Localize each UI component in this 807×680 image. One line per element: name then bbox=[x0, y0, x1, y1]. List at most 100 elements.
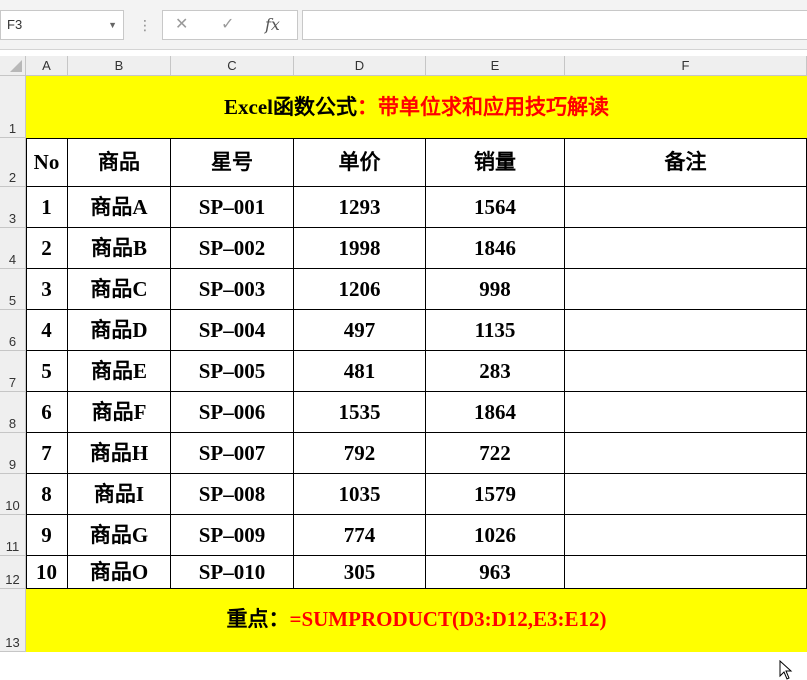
table-cell[interactable]: SP–004 bbox=[171, 310, 294, 351]
table-cell[interactable] bbox=[565, 228, 807, 269]
sheet-title[interactable]: Excel函数公式：带单位求和应用技巧解读 bbox=[26, 76, 807, 138]
table-cell[interactable]: 1293 bbox=[294, 187, 426, 228]
row-header-label: 6 bbox=[8, 334, 17, 349]
table-cell[interactable]: 商品O bbox=[68, 556, 171, 589]
row-header-11[interactable]: 11 bbox=[0, 515, 26, 556]
table-cell[interactable] bbox=[565, 433, 807, 474]
name-box[interactable]: F3 ▼ bbox=[0, 10, 124, 40]
table-cell[interactable]: 963 bbox=[426, 556, 565, 589]
table-cell[interactable] bbox=[565, 515, 807, 556]
table-cell[interactable]: 4 bbox=[26, 310, 68, 351]
table-cell[interactable]: 商品D bbox=[68, 310, 171, 351]
cancel-icon[interactable]: ✕ bbox=[175, 11, 188, 39]
column-header-b[interactable]: B bbox=[68, 56, 171, 76]
table-cell[interactable]: 481 bbox=[294, 351, 426, 392]
table-cell[interactable]: 商品G bbox=[68, 515, 171, 556]
table-cell[interactable]: 商品A bbox=[68, 187, 171, 228]
table-header-cell[interactable]: 商品 bbox=[68, 138, 171, 187]
table-header-cell[interactable]: No bbox=[26, 138, 68, 187]
table-cell[interactable]: SP–006 bbox=[171, 392, 294, 433]
table-cell[interactable]: 497 bbox=[294, 310, 426, 351]
table-cell[interactable]: 1026 bbox=[426, 515, 565, 556]
table-cell[interactable] bbox=[565, 269, 807, 310]
table-cell[interactable]: 3 bbox=[26, 269, 68, 310]
mouse-cursor-icon bbox=[779, 660, 793, 680]
table-cell[interactable]: 1864 bbox=[426, 392, 565, 433]
table-cell[interactable]: 商品F bbox=[68, 392, 171, 433]
column-header-f[interactable]: F bbox=[565, 56, 807, 76]
column-header-a[interactable]: A bbox=[26, 56, 68, 76]
table-cell[interactable] bbox=[565, 556, 807, 589]
select-all-button[interactable] bbox=[0, 56, 26, 76]
row-header-6[interactable]: 6 bbox=[0, 310, 26, 351]
table-cell[interactable]: 商品H bbox=[68, 433, 171, 474]
row-header-13[interactable]: 13 bbox=[0, 589, 26, 652]
table-cell[interactable]: SP–003 bbox=[171, 269, 294, 310]
column-header-c[interactable]: C bbox=[171, 56, 294, 76]
row-header-label: 1 bbox=[8, 121, 17, 136]
column-header-d[interactable]: D bbox=[294, 56, 426, 76]
table-cell[interactable]: 998 bbox=[426, 269, 565, 310]
table-cell[interactable]: 10 bbox=[26, 556, 68, 589]
table-cell[interactable]: SP–002 bbox=[171, 228, 294, 269]
more-options-icon[interactable]: ⋮ bbox=[138, 14, 152, 36]
row-header-7[interactable]: 7 bbox=[0, 351, 26, 392]
row-header-2[interactable]: 2 bbox=[0, 138, 26, 187]
table-header-cell[interactable]: 单价 bbox=[294, 138, 426, 187]
formula-input[interactable] bbox=[302, 10, 807, 40]
table-cell[interactable]: 1206 bbox=[294, 269, 426, 310]
table-cell[interactable]: 8 bbox=[26, 474, 68, 515]
table-cell[interactable] bbox=[565, 351, 807, 392]
row-header-8[interactable]: 8 bbox=[0, 392, 26, 433]
table-cell[interactable]: 商品I bbox=[68, 474, 171, 515]
table-cell[interactable]: SP–010 bbox=[171, 556, 294, 589]
table-cell[interactable]: 1564 bbox=[426, 187, 565, 228]
table-cell[interactable]: 商品E bbox=[68, 351, 171, 392]
table-cell[interactable]: 1035 bbox=[294, 474, 426, 515]
table-cell[interactable]: 774 bbox=[294, 515, 426, 556]
enter-check-icon[interactable]: ✓ bbox=[221, 11, 234, 39]
table-cell[interactable]: SP–009 bbox=[171, 515, 294, 556]
column-header-e[interactable]: E bbox=[426, 56, 565, 76]
table-cell[interactable]: SP–001 bbox=[171, 187, 294, 228]
table-cell[interactable]: 1998 bbox=[294, 228, 426, 269]
table-cell[interactable] bbox=[565, 474, 807, 515]
table-cell[interactable] bbox=[565, 392, 807, 433]
table-cell[interactable]: 283 bbox=[426, 351, 565, 392]
table-header-cell[interactable]: 备注 bbox=[565, 138, 807, 187]
table-cell[interactable]: 1846 bbox=[426, 228, 565, 269]
row-header-4[interactable]: 4 bbox=[0, 228, 26, 269]
table-cell[interactable]: 1 bbox=[26, 187, 68, 228]
table-cell[interactable]: SP–008 bbox=[171, 474, 294, 515]
table-cell[interactable]: SP–007 bbox=[171, 433, 294, 474]
table-cell[interactable]: 9 bbox=[26, 515, 68, 556]
table-cell[interactable]: 1135 bbox=[426, 310, 565, 351]
table-cell[interactable]: 7 bbox=[26, 433, 68, 474]
table-cell[interactable]: 722 bbox=[426, 433, 565, 474]
table-cell[interactable]: 商品C bbox=[68, 269, 171, 310]
worksheet-grid: ABCDEF 1 2 3 4 5 6 7 8 9 10 11 12 13 Excel函数公式：带单位求和… bbox=[0, 50, 807, 680]
table-header-cell[interactable]: 销量 bbox=[426, 138, 565, 187]
table-cell[interactable]: 1535 bbox=[294, 392, 426, 433]
row-header-12[interactable]: 12 bbox=[0, 556, 26, 589]
formula-note[interactable]: 重点：=SUMPRODUCT(D3:D12,E3:E12) bbox=[26, 589, 807, 652]
row-header-1[interactable]: 1 bbox=[0, 76, 26, 138]
table-cell[interactable] bbox=[565, 187, 807, 228]
chevron-down-icon[interactable]: ▼ bbox=[108, 11, 117, 39]
table-cell[interactable]: 商品B bbox=[68, 228, 171, 269]
table-cell[interactable]: 305 bbox=[294, 556, 426, 589]
table-header-cell[interactable]: 星号 bbox=[171, 138, 294, 187]
table-cell[interactable]: 6 bbox=[26, 392, 68, 433]
row-header-9[interactable]: 9 bbox=[0, 433, 26, 474]
row-header-5[interactable]: 5 bbox=[0, 269, 26, 310]
table-cell[interactable]: 2 bbox=[26, 228, 68, 269]
row-header-3[interactable]: 3 bbox=[0, 187, 26, 228]
table-cell[interactable]: 5 bbox=[26, 351, 68, 392]
row-header-10[interactable]: 10 bbox=[0, 474, 26, 515]
table-cell[interactable]: 792 bbox=[294, 433, 426, 474]
table-cell[interactable]: 1579 bbox=[426, 474, 565, 515]
table-cell[interactable] bbox=[565, 310, 807, 351]
row-header-label: 9 bbox=[8, 457, 17, 472]
insert-function-icon[interactable]: fx bbox=[265, 11, 280, 39]
table-cell[interactable]: SP–005 bbox=[171, 351, 294, 392]
